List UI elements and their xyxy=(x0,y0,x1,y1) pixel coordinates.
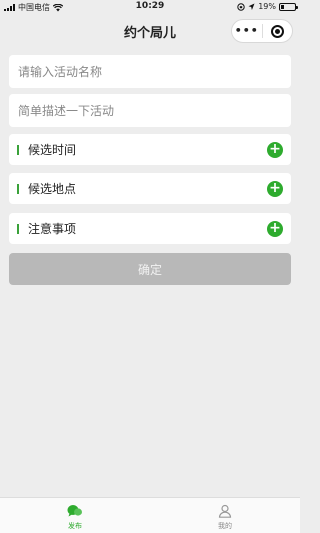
section-label: 注意事项 xyxy=(28,222,77,236)
activity-desc-input[interactable] xyxy=(9,94,291,127)
person-icon xyxy=(218,502,232,519)
section-notes: 注意事项 + xyxy=(9,213,291,244)
add-note-button[interactable]: + xyxy=(267,221,283,237)
section-candidate-place: 候选地点 + xyxy=(9,173,291,204)
rotation-lock-icon xyxy=(237,2,245,11)
section-accent-bar xyxy=(17,144,19,155)
nav-bar: 约个局儿 ••• xyxy=(0,15,300,45)
section-label: 候选地点 xyxy=(28,182,77,196)
battery-percent: 19% xyxy=(258,2,276,11)
tab-label: 我的 xyxy=(218,522,232,530)
battery-icon xyxy=(279,2,298,11)
tab-label: 发布 xyxy=(68,522,82,530)
status-bar: 中国电信 10:29 19% xyxy=(0,0,300,15)
status-right: 19% xyxy=(237,2,298,11)
chat-bubbles-icon xyxy=(67,502,83,519)
activity-name-input[interactable] xyxy=(9,55,291,88)
section-accent-bar xyxy=(17,223,19,234)
close-miniprogram-button[interactable] xyxy=(263,24,293,38)
activity-desc-field xyxy=(9,94,291,127)
location-icon xyxy=(248,3,255,10)
tab-mine[interactable]: 我的 xyxy=(150,498,300,533)
more-icon[interactable]: ••• xyxy=(232,19,262,43)
tab-bar: 发布 我的 xyxy=(0,497,300,533)
section-accent-bar xyxy=(17,183,19,194)
section-candidate-time: 候选时间 + xyxy=(9,134,291,165)
tab-publish[interactable]: 发布 xyxy=(0,498,150,533)
add-place-button[interactable]: + xyxy=(267,181,283,197)
activity-name-field xyxy=(9,55,291,88)
miniprogram-capsule: ••• xyxy=(231,19,293,43)
target-icon xyxy=(270,24,284,38)
add-time-button[interactable]: + xyxy=(267,142,283,158)
confirm-button[interactable]: 确定 xyxy=(9,253,291,285)
section-label: 候选时间 xyxy=(28,143,77,157)
